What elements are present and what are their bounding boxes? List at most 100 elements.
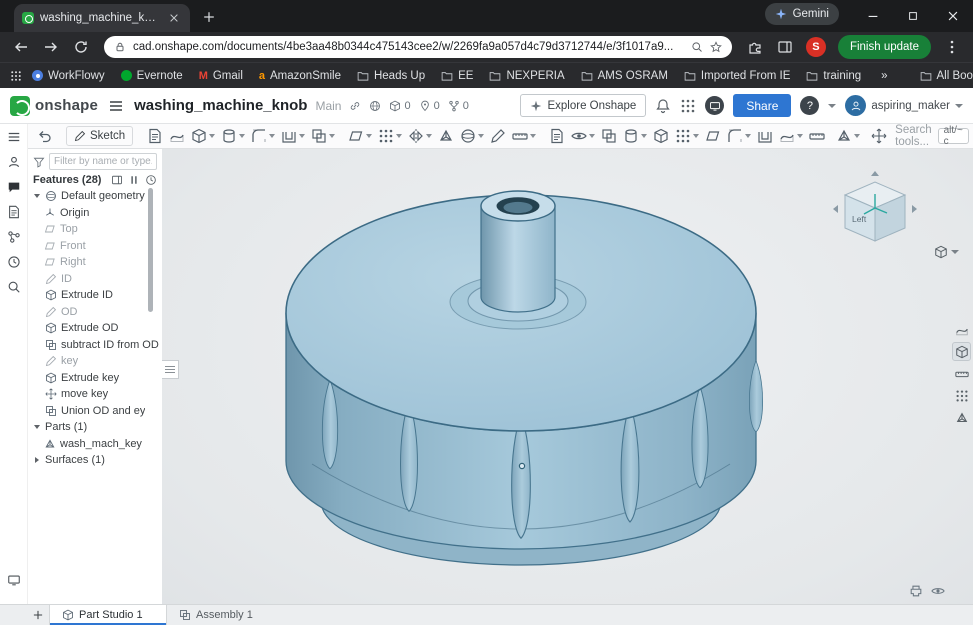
status-badge[interactable]: [705, 96, 724, 115]
bookmark-gmail[interactable]: MGmail: [193, 68, 249, 84]
appearance-button[interactable]: [952, 408, 971, 427]
feature-item-origin[interactable]: Origin: [28, 205, 162, 222]
sphere-tool-button[interactable]: [457, 126, 486, 147]
section-view-button[interactable]: [952, 364, 971, 383]
feature-item-extrude-id[interactable]: Extrude ID: [28, 287, 162, 304]
document-icon[interactable]: [4, 202, 24, 222]
app-store-grid-icon[interactable]: [680, 98, 696, 114]
apps-grid-icon[interactable]: [10, 66, 22, 86]
transform-button[interactable]: [868, 126, 889, 147]
url-text[interactable]: cad.onshape.com/documents/4be3aa48b0344c…: [133, 41, 684, 53]
graph-icon[interactable]: [4, 227, 24, 247]
add-element-button[interactable]: [27, 605, 49, 625]
expander-icon[interactable]: [34, 194, 40, 198]
browser-tab[interactable]: washing_machine_knob | Part S: [14, 4, 190, 32]
bookmark-amazonsmile[interactable]: aAmazonSmile: [253, 68, 347, 84]
float-panel-icon[interactable]: [111, 174, 123, 186]
feature-item-sketch-od[interactable]: OD: [28, 304, 162, 321]
sweep-tool-button[interactable]: [620, 126, 649, 147]
datum-plane-button[interactable]: [702, 126, 723, 147]
back-button[interactable]: [8, 34, 34, 60]
bookmark-star-icon[interactable]: [710, 41, 722, 53]
lock-icon[interactable]: [114, 41, 126, 53]
finish-update-button[interactable]: Finish update: [838, 35, 931, 59]
document-title[interactable]: washing_machine_knob: [134, 97, 307, 114]
user-menu[interactable]: aspiring_maker: [845, 95, 963, 116]
zoom-icon[interactable]: [691, 41, 703, 53]
rotate-up-arrow[interactable]: [871, 171, 879, 176]
bookmark-folder-ee[interactable]: EE: [435, 68, 479, 84]
explore-onshape-button[interactable]: Explore Onshape: [520, 94, 646, 117]
bookmark-folder-ams-osram[interactable]: AMS OSRAM: [575, 68, 674, 84]
pattern-button[interactable]: [375, 126, 404, 147]
rotate-right-arrow[interactable]: [912, 205, 917, 213]
versions-count[interactable]: 0: [389, 100, 410, 112]
print-icon[interactable]: [909, 584, 923, 598]
frame-button[interactable]: [833, 126, 862, 147]
search-icon[interactable]: [4, 277, 24, 297]
curve-pattern-button[interactable]: [672, 126, 701, 147]
plane-button[interactable]: [345, 126, 374, 147]
loft-tool-button[interactable]: [650, 126, 671, 147]
history-icon[interactable]: [4, 252, 24, 272]
feature-item-extrude-key[interactable]: Extrude key: [28, 370, 162, 387]
bookmark-folder-imported[interactable]: Imported From IE: [678, 68, 796, 84]
gemini-button[interactable]: Gemini: [765, 3, 839, 25]
sketch-tool-button[interactable]: [487, 126, 508, 147]
feature-item-sketch-key[interactable]: key: [28, 353, 162, 370]
rollback-history-icon[interactable]: [145, 174, 157, 186]
feature-tree-scrollbar[interactable]: [148, 188, 153, 312]
tab-assembly[interactable]: Assembly 1: [167, 605, 285, 625]
extensions-icon[interactable]: [742, 34, 768, 60]
expander-icon[interactable]: [34, 425, 40, 429]
feature-item-extrude-od[interactable]: Extrude OD: [28, 320, 162, 337]
drawing-tool-button[interactable]: [546, 126, 567, 147]
close-button[interactable]: [933, 0, 973, 32]
chamfer-button[interactable]: [724, 126, 753, 147]
bookmark-evernote[interactable]: Evernote: [115, 68, 189, 84]
grid-toggle-button[interactable]: [952, 386, 971, 405]
feature-item-front-plane[interactable]: Front: [28, 238, 162, 255]
feature-item-union[interactable]: Union OD and ey: [28, 403, 162, 420]
intersect-tool-button[interactable]: [598, 126, 619, 147]
tab-part-studio[interactable]: Part Studio 1: [49, 605, 167, 625]
feature-item-subtract[interactable]: subtract ID from OD: [28, 337, 162, 354]
view-mode-button[interactable]: [952, 342, 971, 361]
part-tool-button[interactable]: [435, 126, 456, 147]
undo-button[interactable]: [34, 126, 55, 147]
filter-input[interactable]: [49, 153, 157, 170]
forward-button[interactable]: [38, 34, 64, 60]
refresh-button[interactable]: [68, 34, 94, 60]
appearance-tool-button[interactable]: [568, 126, 597, 147]
help-caret-icon[interactable]: [828, 104, 836, 108]
help-button[interactable]: ?: [800, 96, 819, 115]
shaft-tube[interactable]: [481, 206, 555, 312]
chat-icon[interactable]: [4, 177, 24, 197]
filter-icon[interactable]: [33, 156, 45, 168]
feature-item-top-plane[interactable]: Top: [28, 221, 162, 238]
part-item-wash-mach-key[interactable]: wash_mach_key: [28, 436, 162, 453]
fillet-button[interactable]: [248, 126, 277, 147]
sheet-metal-button[interactable]: [806, 126, 827, 147]
mirror-button[interactable]: [405, 126, 434, 147]
revolve-button[interactable]: [218, 126, 247, 147]
browser-menu-icon[interactable]: [939, 34, 965, 60]
cast-icon[interactable]: [4, 570, 24, 590]
maximize-button[interactable]: [893, 0, 933, 32]
surface-tool-button[interactable]: [166, 126, 187, 147]
bookmark-folder-nexperia[interactable]: NEXPERIA: [483, 68, 570, 84]
share-button[interactable]: Share: [733, 94, 791, 117]
bookmark-workflowy[interactable]: WorkFlowy: [26, 68, 111, 84]
view-cube[interactable]: Left: [825, 167, 925, 253]
extrude-button[interactable]: [188, 126, 217, 147]
feature-item-right-plane[interactable]: Right: [28, 254, 162, 271]
document-menu-icon[interactable]: [108, 98, 124, 114]
search-tools-label[interactable]: Search tools...: [895, 124, 931, 148]
bookmark-folder-training[interactable]: training: [800, 68, 867, 84]
public-status-icon[interactable]: [369, 100, 381, 112]
workspace-label[interactable]: Main: [315, 99, 341, 113]
enclose-button[interactable]: [776, 126, 805, 147]
contacts-icon[interactable]: [4, 152, 24, 172]
view-options-button[interactable]: [934, 245, 959, 259]
shell-button[interactable]: [278, 126, 307, 147]
